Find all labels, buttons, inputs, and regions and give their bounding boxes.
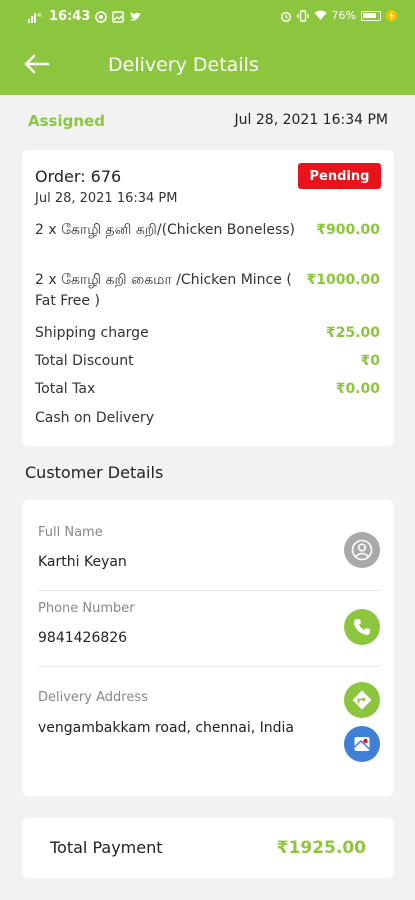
order-item-price: ₹1000.00: [306, 272, 380, 288]
assignment-datetime: Jul 28, 2021 16:34 PM: [234, 112, 388, 128]
wifi-icon: [314, 10, 327, 21]
order-status-row: Assigned Jul 28, 2021 16:34 PM: [28, 110, 388, 132]
customer-card: Full Name Karthi Keyan Phone Number 9841…: [22, 500, 394, 796]
whatsapp-icon: [95, 10, 108, 23]
photo-icon: [112, 10, 125, 23]
full-name-value: Karthi Keyan: [38, 554, 127, 570]
discount-value: ₹0: [360, 353, 380, 369]
divider: [38, 590, 380, 591]
customer-section-title: Customer Details: [25, 463, 164, 482]
order-item-name: 2 x கோழி தனி கறி/(Chicken Boneless): [35, 222, 296, 238]
divider: [38, 666, 380, 667]
order-card: Order: 676 Jul 28, 2021 16:34 PM Pending…: [22, 150, 394, 446]
order-item-name: 2 x கோழி கறி கைமா /Chicken Mince ( Fat F…: [35, 272, 292, 309]
status-bar-left: 4G 16:43: [28, 9, 142, 24]
discount-label: Total Discount: [35, 353, 134, 369]
total-card: Total Payment ₹1925.00: [22, 818, 394, 878]
address-value: vengambakkam road, chennai, India: [38, 720, 295, 736]
map-icon: [353, 737, 371, 751]
profile-button[interactable]: [344, 532, 380, 568]
shipping-value: ₹25.00: [325, 325, 380, 341]
phone-icon: [354, 619, 370, 635]
page-title: Delivery Details: [108, 54, 259, 76]
status-time: 16:43: [49, 9, 91, 24]
signal-4g-icon: 4G: [28, 11, 42, 23]
total-payment-label: Total Payment: [50, 838, 163, 857]
phone-label: Phone Number: [38, 601, 135, 616]
arrow-left-icon: [24, 54, 50, 74]
phone-value: 9841426826: [38, 630, 128, 646]
status-bar: 4G 16:43 76%: [0, 0, 415, 32]
total-payment-value: ₹1925.00: [276, 838, 366, 858]
order-date: Jul 28, 2021 16:34 PM: [35, 191, 178, 206]
svg-text:4G: 4G: [37, 13, 42, 19]
order-number: Order: 676: [35, 167, 122, 186]
pending-badge: Pending: [298, 163, 381, 189]
vibrate-icon: [296, 9, 309, 22]
order-item-price: ₹900.00: [316, 222, 380, 238]
back-button[interactable]: [22, 50, 52, 78]
payment-method: Cash on Delivery: [35, 410, 154, 426]
app-bar: 4G 16:43 76%: [0, 0, 415, 95]
user-icon: [351, 539, 373, 561]
battery-percent: 76%: [331, 9, 356, 22]
tax-label: Total Tax: [35, 381, 96, 397]
twitter-icon: [129, 11, 142, 22]
status-bar-right: 76%: [280, 9, 397, 22]
assignment-status: Assigned: [28, 112, 105, 130]
map-button[interactable]: [344, 726, 380, 762]
charging-icon: [386, 10, 397, 21]
directions-icon: [352, 690, 372, 710]
shipping-label: Shipping charge: [35, 325, 149, 341]
battery-icon: [361, 10, 381, 21]
alarm-icon: [280, 10, 292, 22]
directions-button[interactable]: [344, 682, 380, 718]
call-button[interactable]: [344, 609, 380, 645]
address-label: Delivery Address: [38, 690, 148, 705]
full-name-label: Full Name: [38, 525, 103, 540]
tax-value: ₹0.00: [335, 381, 380, 397]
